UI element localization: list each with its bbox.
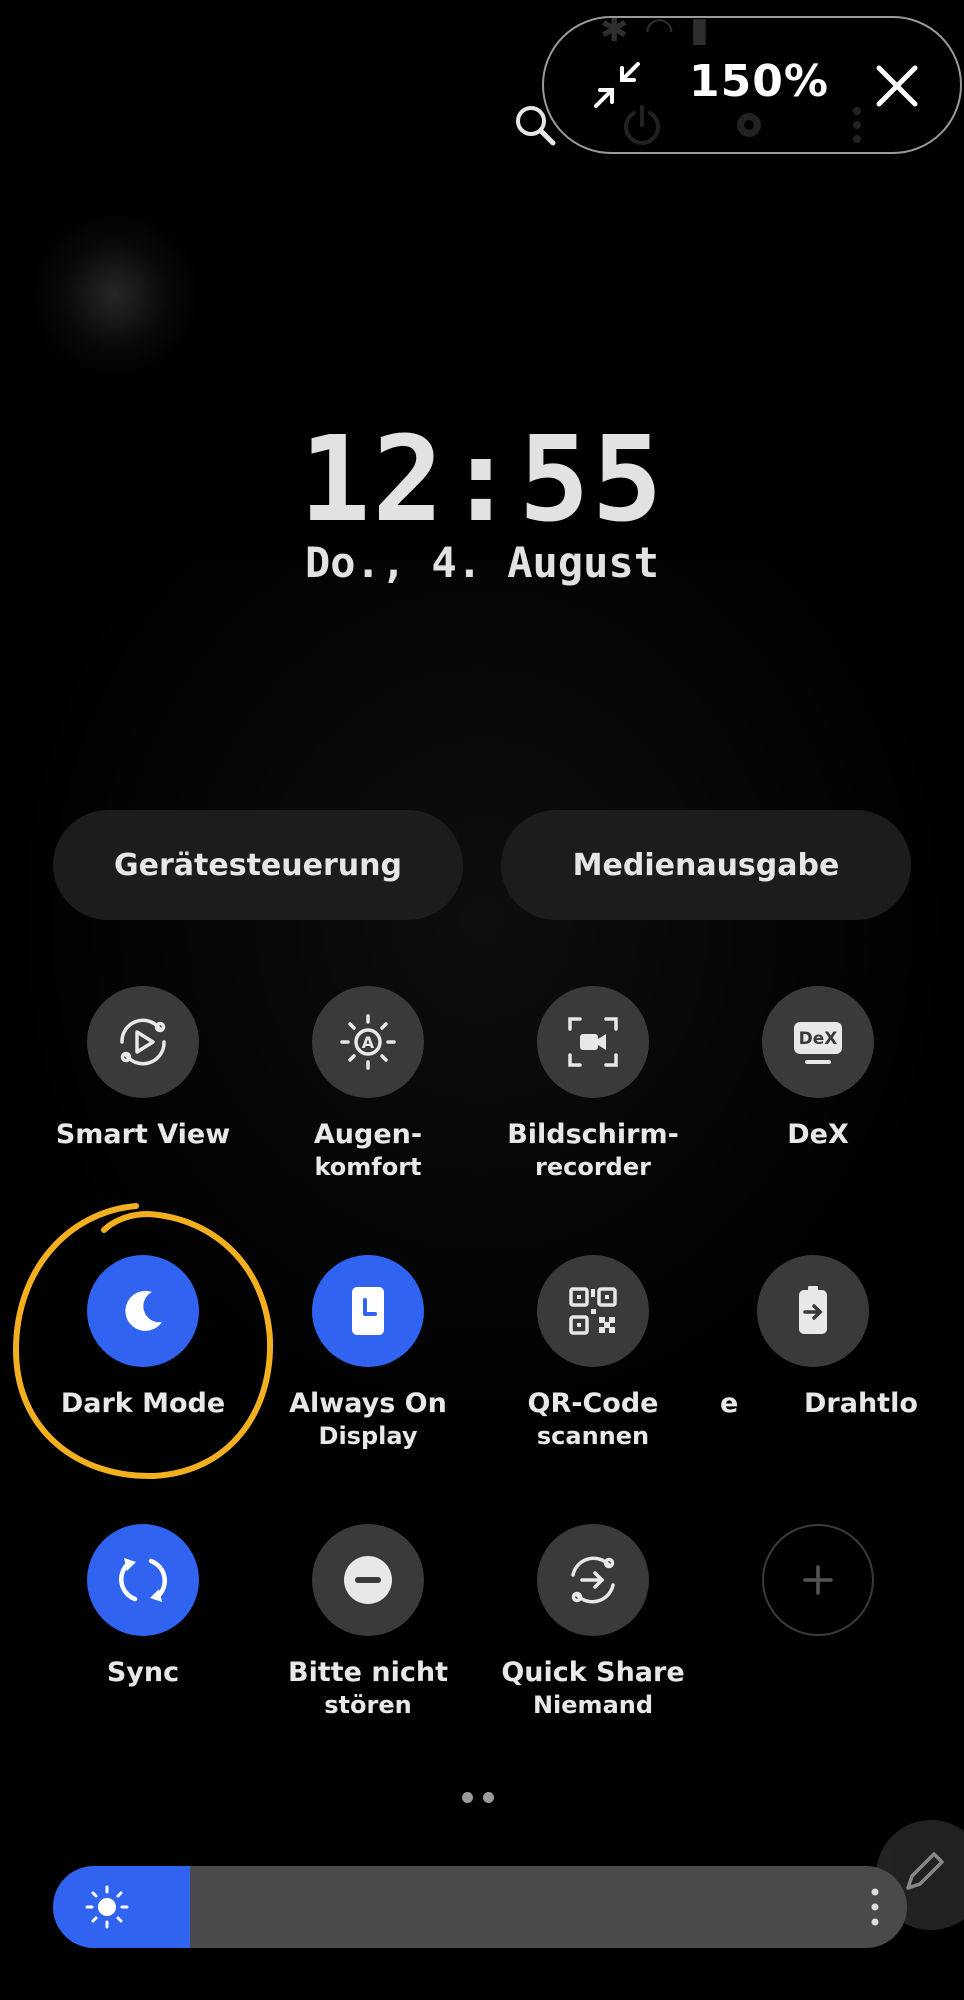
tile-eye-comfort-toggle[interactable]: A — [312, 986, 424, 1098]
tile-qr-scanner-toggle[interactable] — [537, 1255, 649, 1367]
tile-always-on-display-toggle[interactable] — [312, 1255, 424, 1367]
dex-icon: DeX — [794, 1022, 842, 1064]
tile-always-on-display[interactable]: Always On Display — [258, 1255, 478, 1451]
svg-text:DeX: DeX — [799, 1029, 838, 1049]
tile-screen-recorder[interactable]: Bildschirm- recorder — [483, 986, 703, 1182]
sun-icon — [85, 1885, 129, 1929]
tile-qr-scanner[interactable]: QR-Code scannen — [483, 1255, 703, 1451]
highlight-annotation — [12, 1203, 274, 1480]
do-not-disturb-icon — [344, 1556, 392, 1604]
tile-wireless-powershare-toggle[interactable] — [757, 1255, 869, 1367]
tile-sublabel: Display — [318, 1422, 418, 1450]
tile-label: Quick Share — [501, 1657, 685, 1688]
sync-icon — [119, 1558, 167, 1602]
tile-add[interactable] — [708, 1524, 928, 1636]
tile-quick-share-toggle[interactable] — [537, 1524, 649, 1636]
tile-dex[interactable]: DeX DeX — [708, 986, 928, 1152]
date: Do., 4. August — [304, 538, 659, 587]
device-control-button[interactable]: Gerätesteuerung — [53, 810, 463, 920]
collapse-icon[interactable] — [588, 56, 646, 114]
background-glow — [30, 210, 200, 380]
qr-code-icon — [569, 1287, 617, 1335]
plus-icon — [803, 1565, 833, 1595]
tile-do-not-disturb[interactable]: Bitte nicht stören — [258, 1524, 478, 1720]
tile-quick-share[interactable]: Quick Share Niemand — [483, 1524, 703, 1720]
tile-sublabel: komfort — [314, 1153, 422, 1181]
tile-sync[interactable]: Sync — [33, 1524, 253, 1690]
tile-screen-recorder-toggle[interactable] — [537, 986, 649, 1098]
add-tile-button[interactable] — [762, 1524, 874, 1636]
tile-sublabel: recorder — [535, 1153, 651, 1181]
tile-sync-toggle[interactable] — [87, 1524, 199, 1636]
tile-sublabel: scannen — [536, 1422, 650, 1450]
battery-share-icon — [799, 1286, 827, 1334]
tile-label: DeX — [787, 1119, 849, 1150]
tile-do-not-disturb-toggle[interactable] — [312, 1524, 424, 1636]
tile-label: QR-Code — [527, 1388, 659, 1419]
quick-share-icon — [571, 1556, 615, 1604]
tile-label: Always On — [289, 1388, 447, 1419]
tile-smart-view[interactable]: Smart View — [33, 986, 253, 1152]
tile-label: Bildschirm- — [507, 1119, 679, 1150]
tile-label: Bitte nicht — [288, 1657, 448, 1688]
tile-label-fragment: e — [720, 1388, 739, 1419]
eye-comfort-icon: A — [340, 1014, 396, 1070]
clock: 12:55 — [299, 410, 665, 548]
brightness-more-icon[interactable] — [865, 1884, 885, 1930]
zoom-control: 150% — [542, 16, 962, 154]
tile-wireless-powershare[interactable]: Drahtlo — [708, 1255, 918, 1421]
tile-sublabel: stören — [324, 1691, 412, 1719]
screen-recorder-icon — [568, 1017, 618, 1067]
tile-eye-comfort[interactable]: A Augen- komfort — [258, 986, 478, 1182]
tile-sublabel: Niemand — [532, 1691, 654, 1719]
page-dot — [462, 1792, 473, 1803]
pencil-icon — [906, 1852, 944, 1890]
media-output-button[interactable]: Medienausgabe — [501, 810, 911, 920]
clock-icon — [352, 1287, 384, 1335]
tile-label: Drahtlo — [804, 1388, 918, 1419]
tile-label: Augen- — [313, 1119, 423, 1150]
page-indicator — [462, 1792, 494, 1803]
zoom-level: 150% — [689, 56, 829, 107]
tile-dex-toggle[interactable]: DeX — [762, 986, 874, 1098]
page-dot — [483, 1792, 494, 1803]
tile-label: Sync — [106, 1657, 180, 1688]
smart-view-icon — [120, 1018, 166, 1066]
svg-text:A: A — [362, 1033, 375, 1052]
tile-label: Smart View — [55, 1119, 231, 1150]
brightness-slider[interactable] — [53, 1866, 907, 1948]
close-icon[interactable] — [869, 58, 925, 114]
tile-smart-view-toggle[interactable] — [87, 986, 199, 1098]
